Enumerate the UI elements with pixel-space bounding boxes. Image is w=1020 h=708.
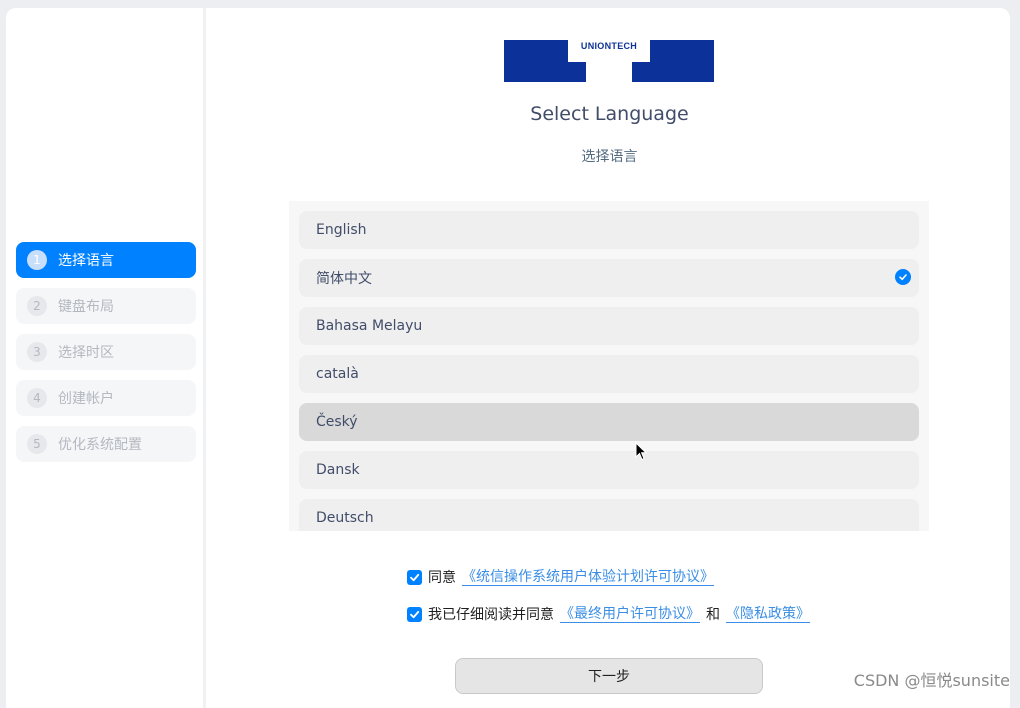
- language-item-selected[interactable]: 简体中文: [299, 259, 919, 297]
- agreement-prefix: 同意: [428, 570, 456, 586]
- step-number: 3: [27, 342, 47, 362]
- language-item[interactable]: Dansk: [299, 451, 919, 489]
- logo-text: UNIONTECH: [580, 41, 638, 51]
- language-label: English: [316, 222, 367, 238]
- step-label: 键盘布局: [58, 299, 114, 315]
- main-content: UNIONTECH Select Language 选择语言 English 简…: [209, 8, 1010, 708]
- language-item[interactable]: Deutsch: [299, 499, 919, 531]
- step-number: 4: [27, 388, 47, 408]
- language-item[interactable]: Bahasa Melayu: [299, 307, 919, 345]
- privacy-policy-link[interactable]: 《隐私政策》: [726, 606, 810, 623]
- step-number: 1: [27, 250, 47, 270]
- language-item[interactable]: English: [299, 211, 919, 249]
- step-optimize-config[interactable]: 5 优化系统配置: [16, 426, 196, 462]
- step-number: 5: [27, 434, 47, 454]
- step-label: 优化系统配置: [58, 437, 142, 453]
- and-text: 和: [706, 607, 720, 623]
- language-item[interactable]: català: [299, 355, 919, 393]
- page-title: Select Language: [530, 103, 689, 125]
- step-create-account[interactable]: 4 创建帐户: [16, 380, 196, 416]
- step-label: 选择语言: [58, 253, 114, 269]
- step-list: 1 选择语言 2 键盘布局 3 选择时区 4 创建帐户 5 优化系统配置: [16, 242, 196, 472]
- language-label: Český: [316, 414, 358, 430]
- language-list[interactable]: English 简体中文 Bahasa Melayu català Český …: [289, 201, 929, 531]
- experience-agreement-checkbox[interactable]: [407, 569, 422, 585]
- sidebar: 1 选择语言 2 键盘布局 3 选择时区 4 创建帐户 5 优化系统配置: [6, 8, 206, 708]
- experience-agreement-row: 同意 《统信操作系统用户体验计划许可协议》: [407, 567, 714, 587]
- language-label: Deutsch: [316, 510, 374, 526]
- uniontech-logo: UNIONTECH: [504, 40, 714, 82]
- language-label: Bahasa Melayu: [316, 318, 423, 334]
- page-subtitle: 选择语言: [581, 149, 638, 165]
- language-label: Dansk: [316, 462, 360, 478]
- step-number: 2: [27, 296, 47, 316]
- step-keyboard-layout[interactable]: 2 键盘布局: [16, 288, 196, 324]
- checkmark-icon: [895, 269, 911, 285]
- mouse-cursor-icon: [635, 441, 648, 466]
- watermark: CSDN @恒悦sunsite: [853, 671, 1010, 690]
- experience-plan-license-link[interactable]: 《统信操作系统用户体验计划许可协议》: [462, 569, 714, 586]
- language-label: 简体中文: [316, 271, 372, 287]
- step-select-language[interactable]: 1 选择语言: [16, 242, 196, 278]
- step-label: 创建帐户: [58, 391, 114, 407]
- next-button[interactable]: 下一步: [455, 658, 763, 694]
- step-select-timezone[interactable]: 3 选择时区: [16, 334, 196, 370]
- language-label: català: [316, 366, 359, 382]
- step-label: 选择时区: [58, 345, 114, 361]
- agreement-prefix: 我已仔细阅读并同意: [428, 607, 554, 623]
- eula-link[interactable]: 《最终用户许可协议》: [560, 606, 700, 623]
- language-item-hovered[interactable]: Český: [299, 403, 919, 441]
- eula-agreement-checkbox[interactable]: [407, 606, 422, 622]
- eula-agreement-row: 我已仔细阅读并同意 《最终用户许可协议》 和 《隐私政策》: [407, 604, 810, 624]
- installer-window: 1 选择语言 2 键盘布局 3 选择时区 4 创建帐户 5 优化系统配置 UNI…: [6, 8, 1010, 708]
